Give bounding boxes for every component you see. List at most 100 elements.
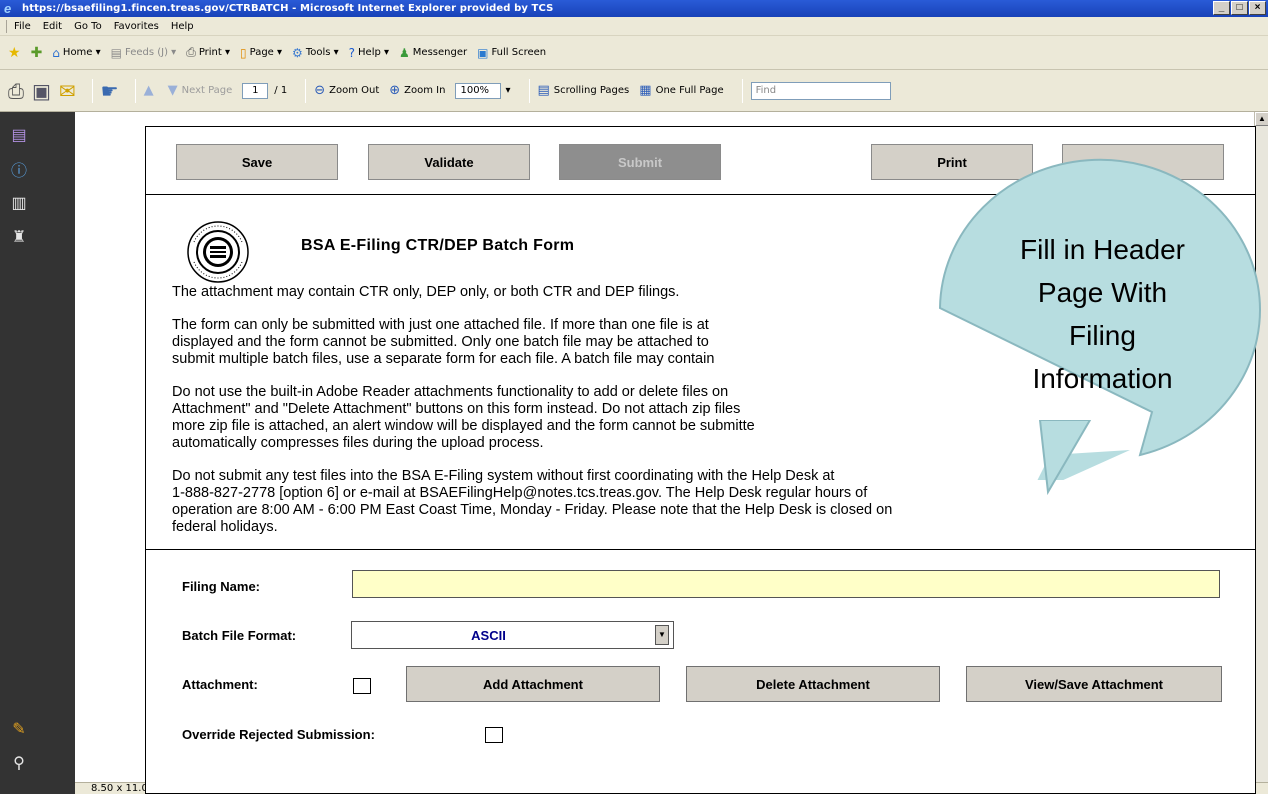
- scrolling-pages-label: Scrolling Pages: [553, 85, 630, 96]
- toolbar-separator: [134, 78, 136, 103]
- chevron-down-icon[interactable]: ▼: [655, 625, 669, 645]
- scroll-up-icon[interactable]: ▲: [1255, 112, 1268, 126]
- paperclip-icon[interactable]: ⚲: [8, 752, 30, 774]
- form-title: BSA E-Filing CTR/DEP Batch Form: [301, 237, 575, 254]
- feeds-button[interactable]: ▤ Feeds (J) ▾: [111, 46, 177, 60]
- attachments-panel-icon[interactable]: ♜: [8, 226, 30, 248]
- comments-icon[interactable]: ✎: [8, 718, 30, 740]
- add-attachment-button[interactable]: Add Attachment: [406, 666, 660, 702]
- save-icon[interactable]: ▣: [32, 79, 51, 103]
- arrow-down-icon: ▼: [167, 83, 178, 98]
- home-label: Home ▾: [62, 47, 101, 58]
- one-full-page-button[interactable]: ▦ One Full Page: [639, 83, 723, 98]
- callout-line: Page With: [1037, 277, 1168, 308]
- tools-label: Tools ▾: [305, 47, 339, 58]
- callout-pointer: [1038, 420, 1092, 496]
- zoom-out-button[interactable]: ⊖ Zoom Out: [314, 83, 379, 98]
- zoom-in-button[interactable]: ⊕ Zoom In: [389, 83, 445, 98]
- toolbar-separator: [528, 78, 530, 103]
- print-button[interactable]: ⎙ Print ▾: [186, 45, 230, 60]
- override-checkbox[interactable]: [485, 727, 503, 743]
- help-button[interactable]: ? Help ▾: [349, 46, 389, 60]
- menu-goto[interactable]: Go To: [74, 21, 102, 32]
- help-label: Help ▾: [358, 47, 390, 58]
- page-icon: ▯: [240, 45, 247, 60]
- window-controls: _ □ ×: [1212, 1, 1266, 15]
- fullscreen-button[interactable]: ▣ Full Screen: [477, 46, 546, 60]
- next-page-label: Next Page: [181, 85, 233, 96]
- save-button[interactable]: Save: [176, 144, 338, 180]
- find-input[interactable]: Find: [750, 81, 891, 100]
- tools-icon: ⚙: [292, 45, 303, 60]
- filing-name-input[interactable]: [352, 570, 1220, 598]
- messenger-button[interactable]: ♟ Messenger: [399, 46, 467, 60]
- toolbar-separator: [91, 78, 93, 103]
- feeds-icon: ▤: [110, 45, 122, 60]
- menu-file[interactable]: File: [14, 21, 31, 32]
- maximize-button[interactable]: □: [1231, 1, 1248, 15]
- scrolling-pages-icon: ▤: [537, 83, 550, 98]
- minimize-button[interactable]: _: [1213, 1, 1230, 15]
- toolbar-grip: [6, 19, 8, 33]
- feeds-label: Feeds (J) ▾: [125, 47, 177, 58]
- previous-page-button[interactable]: ▲: [144, 83, 158, 98]
- override-label: Override Rejected Submission:: [182, 727, 375, 742]
- attachment-label: Attachment:: [182, 677, 258, 692]
- one-full-page-label: One Full Page: [655, 85, 724, 96]
- ie-toolbar: ★ ✚ ⌂ Home ▾ ▤ Feeds (J) ▾ ⎙ Print ▾ ▯ P…: [0, 36, 1268, 70]
- home-icon: ⌂: [52, 45, 60, 60]
- callout-line: Filing: [1069, 320, 1136, 351]
- filing-name-label: Filing Name:: [182, 579, 261, 594]
- one-full-page-icon: ▦: [639, 83, 652, 98]
- attachment-checkbox[interactable]: [353, 678, 371, 694]
- validate-button[interactable]: Validate: [368, 144, 530, 180]
- add-favorites-icon[interactable]: ✚: [31, 45, 43, 61]
- zoom-in-icon: ⊕: [389, 83, 401, 98]
- callout-line: Fill in Header: [1020, 234, 1185, 265]
- zoom-dropdown-icon[interactable]: ▾: [505, 85, 510, 96]
- page-button[interactable]: ▯ Page ▾: [240, 46, 282, 60]
- menu-favorites[interactable]: Favorites: [114, 21, 159, 32]
- print-label: Print ▾: [198, 47, 231, 58]
- page-number-input[interactable]: 1: [242, 82, 269, 99]
- hand-tool-icon[interactable]: ☛: [101, 79, 119, 103]
- info-icon[interactable]: ⓘ: [8, 158, 30, 180]
- print-icon[interactable]: ⎙: [8, 79, 24, 103]
- scrolling-pages-button[interactable]: ▤ Scrolling Pages: [538, 83, 630, 98]
- email-icon[interactable]: ✉: [59, 79, 76, 103]
- close-button[interactable]: ×: [1249, 1, 1266, 15]
- layers-icon[interactable]: ▥: [8, 192, 30, 214]
- favorites-star-icon[interactable]: ★: [8, 45, 21, 61]
- help-icon: ?: [348, 45, 356, 60]
- zoom-level-select[interactable]: 100%: [455, 82, 502, 99]
- menu-edit[interactable]: Edit: [43, 21, 62, 32]
- window-title: https://bsaefiling1.fincen.treas.gov/CTR…: [22, 3, 554, 14]
- callout-line: Information: [1032, 363, 1173, 394]
- zoom-out-icon: ⊖: [314, 83, 326, 98]
- adobe-navigation-panel: ▤ ⓘ ▥ ♜ ✎ ⚲: [0, 112, 75, 794]
- ie-logo-icon: e: [4, 0, 12, 16]
- callout-text: Fill in Header Page With Filing Informat…: [975, 228, 1230, 400]
- instruction-line: operation are 8:00 AM - 6:00 PM East Coa…: [172, 502, 893, 518]
- zoom-in-label: Zoom In: [404, 85, 446, 96]
- menu-bar: File Edit Go To Favorites Help: [0, 17, 1268, 36]
- fullscreen-icon: ▣: [477, 45, 489, 60]
- home-button[interactable]: ⌂ Home ▾: [52, 46, 100, 60]
- batch-format-select[interactable]: ASCII ▼: [351, 621, 674, 649]
- menu-help[interactable]: Help: [171, 21, 194, 32]
- fullscreen-label: Full Screen: [491, 47, 547, 58]
- submit-button[interactable]: Submit: [559, 144, 721, 180]
- view-save-attachment-button[interactable]: View/Save Attachment: [966, 666, 1222, 702]
- pages-icon[interactable]: ▤: [8, 124, 30, 146]
- instruction-line: federal holidays.: [172, 519, 278, 535]
- delete-attachment-button[interactable]: Delete Attachment: [686, 666, 940, 702]
- batch-format-label: Batch File Format:: [182, 628, 297, 643]
- messenger-label: Messenger: [412, 47, 468, 58]
- arrow-up-icon: ▲: [143, 83, 154, 98]
- print-icon: ⎙: [186, 45, 196, 59]
- next-page-button[interactable]: ▼ Next Page: [168, 83, 233, 98]
- tools-button[interactable]: ⚙ Tools ▾: [292, 46, 339, 60]
- fincen-seal-icon: [187, 221, 249, 283]
- adobe-toolbar: ⎙ ▣ ✉ ☛ ▲ ▼ Next Page 1 / 1 ⊖ Zoom Out ⊕…: [0, 70, 1268, 112]
- toolbar-separator: [741, 78, 743, 103]
